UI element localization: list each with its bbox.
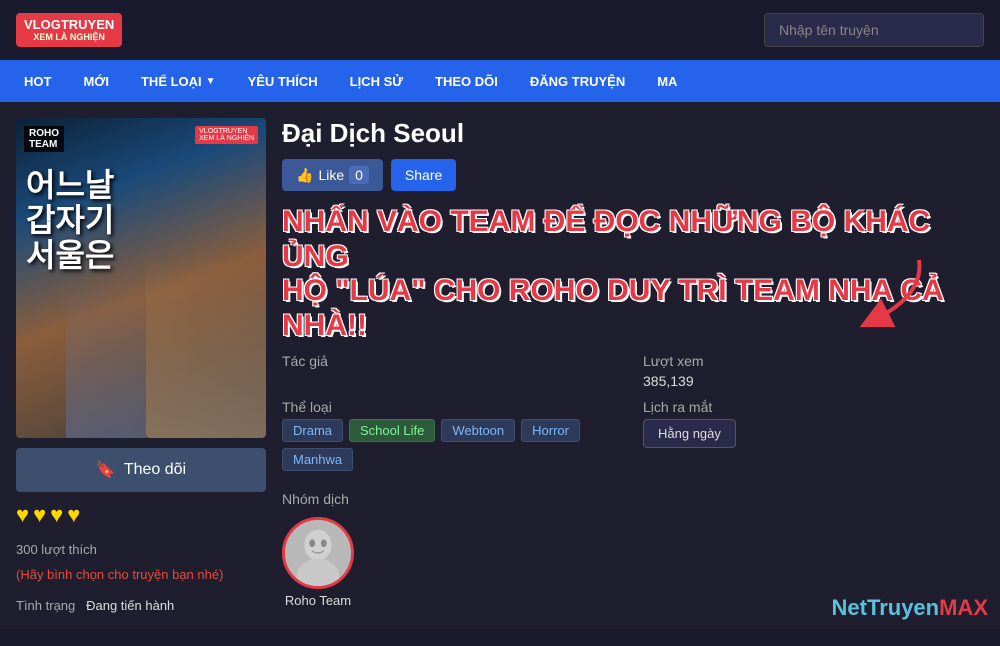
tac-gia-section: Tác giả bbox=[282, 353, 623, 389]
tag-manhwa[interactable]: Manhwa bbox=[282, 448, 353, 471]
the-loai-label: Thể loại bbox=[282, 399, 623, 415]
lich-ra-mat-label: Lịch ra mắt bbox=[643, 399, 984, 415]
the-loai-section: Thể loại Drama School Life Webtoon Horro… bbox=[282, 399, 623, 471]
status-row: Tình trạng Đang tiến hành bbox=[16, 598, 266, 613]
watermark: NetTruyenMAX bbox=[832, 595, 988, 621]
heart-3: ♥ bbox=[50, 502, 63, 528]
tag-school-life[interactable]: School Life bbox=[349, 419, 435, 442]
luot-xem-value: 385,139 bbox=[643, 373, 984, 389]
tags-row: Drama School Life Webtoon Horror Manhwa bbox=[282, 419, 623, 471]
manga-title: Đại Dịch Seoul bbox=[282, 118, 984, 149]
nav-the-loai[interactable]: THỂ LOẠI ▼ bbox=[125, 60, 232, 102]
share-button[interactable]: Share bbox=[391, 159, 456, 191]
navigation: HOT MỚI THỂ LOẠI ▼ YÊU THÍCH LỊCH SỬ THE… bbox=[0, 60, 1000, 102]
nav-yeu-thich[interactable]: YÊU THÍCH bbox=[232, 60, 334, 102]
group-avatar bbox=[282, 517, 354, 589]
header: VLOGTRUYEN XEM LÀ NGHIỆN bbox=[0, 0, 1000, 60]
thumbs-up-icon: 👍 bbox=[296, 167, 313, 184]
heart-2: ♥ bbox=[33, 502, 46, 528]
heart-4: ♥ bbox=[67, 502, 80, 528]
luot-xem-label: Lượt xem bbox=[643, 353, 984, 369]
nhom-dich-label: Nhóm dịch bbox=[282, 491, 623, 507]
like-button[interactable]: 👍 Like 0 bbox=[282, 159, 383, 191]
hearts-row: ♥ ♥ ♥ ♥ bbox=[16, 502, 266, 528]
logo-line1: VLOGTRUYEN bbox=[24, 17, 114, 32]
nhom-dich-section: Nhóm dịch bbox=[282, 491, 623, 610]
action-row: 👍 Like 0 Share bbox=[282, 159, 984, 191]
nav-dang-truyen[interactable]: ĐĂNG TRUYỆN bbox=[514, 60, 641, 102]
heart-1: ♥ bbox=[16, 502, 29, 528]
nav-ma[interactable]: MA bbox=[641, 60, 693, 102]
lich-ra-mat-section: Lịch ra mắt Hằng ngày bbox=[643, 399, 984, 471]
luot-xem-section: Lượt xem 385,139 bbox=[643, 353, 984, 389]
search-input[interactable] bbox=[764, 13, 984, 47]
red-arrow-icon bbox=[854, 255, 934, 335]
nav-moi[interactable]: MỚI bbox=[67, 60, 125, 102]
like-count: 0 bbox=[349, 166, 369, 184]
watermark-max: MAX bbox=[939, 595, 988, 620]
likes-count: 300 lượt thích bbox=[16, 542, 266, 557]
tag-horror[interactable]: Horror bbox=[521, 419, 580, 442]
bookmark-icon: 🔖 bbox=[96, 460, 116, 480]
tag-drama[interactable]: Drama bbox=[282, 419, 343, 442]
watermark-net: Net bbox=[832, 595, 867, 620]
main-content: ROHOTEAM VLOGTRUYENXEM LÀ NGHIỆN 어느날갑자기서… bbox=[0, 102, 1000, 629]
right-panel: Đại Dịch Seoul 👍 Like 0 Share NHẤN VÀO T… bbox=[282, 118, 984, 613]
left-panel: ROHOTEAM VLOGTRUYENXEM LÀ NGHIỆN 어느날갑자기서… bbox=[16, 118, 266, 613]
tinh-trang-value: Đang tiến hành bbox=[86, 598, 174, 613]
schedule-button[interactable]: Hằng ngày bbox=[643, 419, 736, 448]
vlog-cover-badge: VLOGTRUYENXEM LÀ NGHIỆN bbox=[195, 126, 258, 144]
tac-gia-label: Tác giả bbox=[282, 353, 623, 369]
nav-hot[interactable]: HOT bbox=[8, 60, 67, 102]
nav-lich-su[interactable]: LỊCH SỬ bbox=[334, 60, 419, 102]
roho-logo: ROHOTEAM bbox=[24, 126, 64, 152]
follow-button[interactable]: 🔖 Theo dõi bbox=[16, 448, 266, 492]
logo-area: VLOGTRUYEN XEM LÀ NGHIỆN bbox=[16, 13, 122, 47]
tinh-trang-label: Tình trạng bbox=[16, 598, 75, 613]
group-name: Roho Team bbox=[282, 593, 354, 608]
promo-text: NHẤN VÀO TEAM ĐỂ ĐỌC NHỮNG BỘ KHÁC ỦNG H… bbox=[282, 205, 984, 343]
likes-vote: (Hãy bình chọn cho truyện bạn nhé) bbox=[16, 567, 266, 582]
logo-line2: XEM LÀ NGHIỆN bbox=[24, 32, 114, 43]
watermark-truyen: Truyen bbox=[867, 595, 939, 620]
tag-webtoon[interactable]: Webtoon bbox=[441, 419, 515, 442]
site-logo[interactable]: VLOGTRUYEN XEM LÀ NGHIỆN bbox=[16, 13, 122, 47]
info-grid: Tác giả Lượt xem 385,139 Thể loại Drama … bbox=[282, 353, 984, 610]
nav-theo-doi[interactable]: THEO DÕI bbox=[419, 60, 514, 102]
group-avatar-wrap[interactable]: Roho Team bbox=[282, 517, 354, 608]
cover-image: ROHOTEAM VLOGTRUYENXEM LÀ NGHIỆN 어느날갑자기서… bbox=[16, 118, 266, 438]
chevron-down-icon: ▼ bbox=[206, 76, 216, 87]
